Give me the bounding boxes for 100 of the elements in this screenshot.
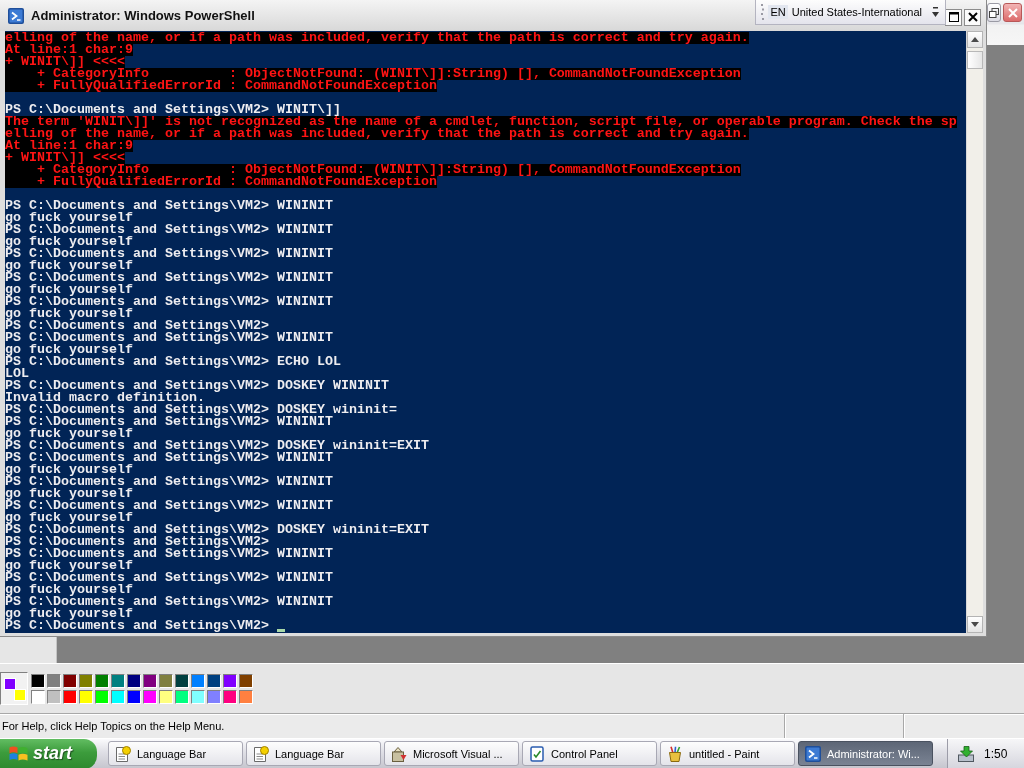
color-swatch-icon[interactable] bbox=[95, 674, 109, 688]
console-line: go fuck yourself bbox=[5, 236, 133, 248]
color-swatch-icon[interactable] bbox=[143, 690, 157, 704]
background-color-icon[interactable] bbox=[14, 689, 26, 701]
caret-icon[interactable] bbox=[932, 7, 939, 17]
console-line: Invalid macro definition. bbox=[5, 392, 205, 404]
color-swatch-icon[interactable] bbox=[223, 690, 237, 704]
console-line: PS C:\Documents and Settings\VM2> WININIT bbox=[5, 248, 333, 260]
console-line: PS C:\Documents and Settings\VM2> DOSKEY wininit=EXIT bbox=[5, 524, 429, 536]
maximize-icon bbox=[948, 12, 959, 22]
console-line: PS C:\Documents and Settings\VM2> bbox=[5, 320, 269, 332]
window-title: Administrator: Windows PowerShell bbox=[31, 8, 255, 23]
keyboard-layout[interactable]: United States-International bbox=[791, 6, 922, 18]
color-swatch-icon[interactable] bbox=[159, 674, 173, 688]
console-line: go fuck yourself bbox=[5, 428, 133, 440]
terminal-icon bbox=[805, 745, 821, 762]
restore-icon bbox=[989, 7, 999, 18]
paint-cup-icon bbox=[667, 745, 683, 762]
console-line: PS C:\Documents and Settings\VM2> WININIT bbox=[5, 416, 333, 428]
color-swatch-icon[interactable] bbox=[47, 690, 61, 704]
color-swatch-icon[interactable] bbox=[127, 674, 141, 688]
console-line: go fuck yourself bbox=[5, 308, 133, 320]
taskbar-button[interactable]: untitled - Paint bbox=[660, 741, 795, 766]
console-line: PS C:\Documents and Settings\VM2> DOSKEY wininit= bbox=[5, 404, 397, 416]
color-swatch-icon[interactable] bbox=[191, 690, 205, 704]
restore-button[interactable] bbox=[987, 3, 1001, 22]
color-swatch-icon[interactable] bbox=[239, 674, 253, 688]
terminal-icon bbox=[8, 7, 24, 24]
color-swatch-icon[interactable] bbox=[223, 674, 237, 688]
color-swatch-icon[interactable] bbox=[79, 690, 93, 704]
console-line: go fuck yourself bbox=[5, 488, 133, 500]
console-line: PS C:\Documents and Settings\VM2> WININIT bbox=[5, 332, 333, 344]
scroll-down-button[interactable] bbox=[967, 616, 983, 633]
taskbar-button[interactable]: Language Bar bbox=[246, 741, 381, 766]
console-line: go fuck yourself bbox=[5, 260, 133, 272]
console-line: PS C:\Documents and Settings\VM2> bbox=[5, 536, 269, 548]
document-icon bbox=[115, 745, 131, 762]
color-swatch-icon[interactable] bbox=[239, 690, 253, 704]
color-swatch-icon[interactable] bbox=[111, 690, 125, 704]
taskbar-button[interactable]: Administrator: Wi... bbox=[798, 741, 933, 766]
color-swatch-icon[interactable] bbox=[31, 674, 45, 688]
color-swatch-icon[interactable] bbox=[127, 690, 141, 704]
console-line: PS C:\Documents and Settings\VM2> WININIT bbox=[5, 572, 333, 584]
color-swatch-icon[interactable] bbox=[175, 690, 189, 704]
console-line: PS C:\Documents and Settings\VM2> DOSKEY WININIT bbox=[5, 380, 389, 392]
color-swatch-icon[interactable] bbox=[159, 690, 173, 704]
color-swatch-icon[interactable] bbox=[175, 674, 189, 688]
down-arrow-icon bbox=[971, 622, 979, 627]
console-line: PS C:\Documents and Settings\VM2> WININIT bbox=[5, 272, 333, 284]
console-line: PS C:\Documents and Settings\VM2> WININIT bbox=[5, 296, 333, 308]
document-icon bbox=[253, 745, 269, 762]
color-swatch-icon[interactable] bbox=[207, 674, 221, 688]
box-arrow-icon bbox=[391, 745, 407, 762]
panel-check-icon bbox=[529, 745, 545, 762]
color-swatch-icon[interactable] bbox=[63, 674, 77, 688]
grip-icon[interactable] bbox=[761, 4, 765, 20]
close-button[interactable] bbox=[964, 8, 981, 26]
color-swatch-icon[interactable] bbox=[207, 690, 221, 704]
language-code[interactable]: EN bbox=[768, 5, 788, 19]
console-line: PS C:\Documents and Settings\VM2> WININIT bbox=[5, 500, 333, 512]
color-swatch-icon[interactable] bbox=[31, 690, 45, 704]
color-swatch-icon[interactable] bbox=[191, 674, 205, 688]
console-line: PS C:\Documents and Settings\VM2> WINIT\]] bbox=[5, 104, 341, 116]
console-line: go fuck yourself bbox=[5, 464, 133, 476]
taskbar-button[interactable]: Microsoft Visual ... bbox=[384, 741, 519, 766]
console-line: PS C:\Documents and Settings\VM2> WININIT bbox=[5, 548, 333, 560]
close-icon bbox=[1007, 7, 1018, 18]
clock: 1:50 bbox=[984, 746, 1008, 761]
taskbar-button[interactable]: Language Bar bbox=[108, 741, 243, 766]
color-swatch-icon[interactable] bbox=[63, 690, 77, 704]
status-text: For Help, click Help Topics on the Help Menu. bbox=[2, 720, 225, 732]
start-button[interactable]: start bbox=[0, 738, 97, 768]
color-swatch-icon[interactable] bbox=[111, 674, 125, 688]
console-line: PS C:\Documents and Settings\VM2> DOSKEY wininit=EXIT bbox=[5, 440, 429, 452]
console-line: go fuck yourself bbox=[5, 344, 133, 356]
console-line: go fuck yourself bbox=[5, 512, 133, 524]
scrollbar-thumb[interactable] bbox=[967, 51, 983, 69]
color-swatch-icon[interactable] bbox=[79, 674, 93, 688]
flag-icon bbox=[9, 746, 28, 761]
console-line: go fuck yourself bbox=[5, 584, 133, 596]
console-line: go fuck yourself bbox=[5, 560, 133, 572]
up-arrow-icon bbox=[971, 37, 979, 42]
scroll-up-button[interactable] bbox=[967, 31, 983, 48]
taskbar-button[interactable]: Control Panel bbox=[522, 741, 657, 766]
color-swatch-icon[interactable] bbox=[47, 674, 61, 688]
color-swatch-icon[interactable] bbox=[95, 690, 109, 704]
console-line: go fuck yourself bbox=[5, 608, 133, 620]
console-line: PS C:\Documents and Settings\VM2> WININIT bbox=[5, 200, 333, 212]
console-line: PS C:\Documents and Settings\VM2> WININIT bbox=[5, 596, 333, 608]
console-line: PS C:\Documents and Settings\VM2> WININIT bbox=[5, 476, 333, 488]
close-icon bbox=[967, 12, 978, 22]
console-line: go fuck yourself bbox=[5, 212, 133, 224]
console-line: PS C:\Documents and Settings\VM2> WININIT bbox=[5, 224, 333, 236]
console-line: go fuck yourself bbox=[5, 284, 133, 296]
color-swatch-icon[interactable] bbox=[143, 674, 157, 688]
console-line: LOL bbox=[5, 368, 29, 380]
console-line: PS C:\Documents and Settings\VM2> WININIT bbox=[5, 452, 333, 464]
tray-arrow-icon[interactable] bbox=[958, 745, 974, 762]
console-line: PS C:\Documents and Settings\VM2> bbox=[5, 620, 269, 632]
foreground-color-icon[interactable] bbox=[4, 678, 16, 690]
